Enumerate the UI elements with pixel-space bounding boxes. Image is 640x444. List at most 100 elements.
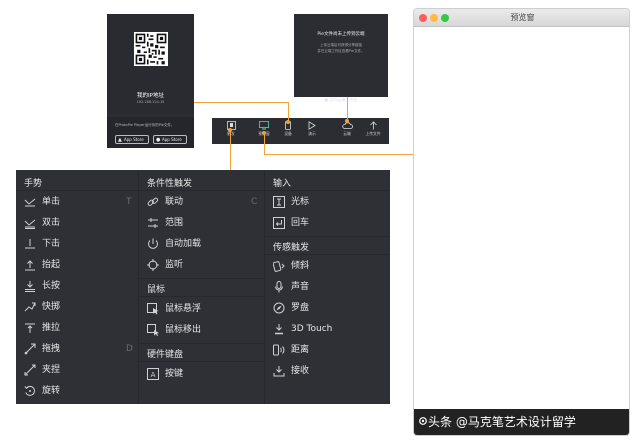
connector-dot [286,120,290,124]
trigger-chain[interactable]: 联动 C [147,195,261,211]
section-divider [139,190,264,191]
touch-up-icon [25,260,35,271]
mouse-out-icon [147,324,159,336]
settings-gear-icon[interactable] [418,416,428,426]
visit-cloud-workspace-label: 访问云端工作区 [329,97,358,102]
3d-touch-icon [275,324,283,335]
toolbar-cloud-label: 云端 [343,131,351,136]
trigger-proximity[interactable]: 距离 [273,343,387,359]
trigger-auto-load[interactable]: 自动加载 [147,237,261,253]
trigger-long-press[interactable]: 长按 [24,279,134,295]
connector-preview-v [264,133,265,155]
trigger-label: 自动加载 [165,239,202,249]
trigger-label: 单击 [42,197,61,207]
trigger-cursor[interactable]: 光标 [273,195,387,211]
trigger-tilt[interactable]: 倾斜 [273,259,387,275]
ios-store-button[interactable]: ● App Store [153,135,187,144]
trigger-label: 3D Touch [291,324,333,334]
shortcut-key: D [126,344,133,354]
cursor-icon [273,196,285,208]
trigger-label: 倾斜 [291,261,310,271]
trigger-pull[interactable]: 推拉 [24,321,134,337]
connector-device-v [288,102,289,122]
trigger-pinch[interactable]: 夹捏 [24,363,134,379]
connector-dot [228,128,232,132]
cloud-status-text: Pie文件尚未上传到云端 [317,32,365,37]
app-download-area: 在ProtoPie Player运行你的Pie文件。 ▲ App Store ●… [107,117,194,148]
preview-window-title: 预览窗 [510,13,535,22]
input-sensor-column: 输入 光标 回车 传感触发 倾斜 声音 罗盘 3D Touch 距离 接收 [265,170,390,404]
drag-icon [24,343,36,355]
toolbar-device-button[interactable]: 设备 [278,121,298,141]
section-divider [139,278,264,279]
toolbar-cloud-button[interactable]: 云端 [337,121,357,141]
android-store-button[interactable]: ▲ App Store [115,135,149,144]
keyboard-section-title: 硬件键盘 [147,350,184,360]
trigger-menu: 手势 单击 T 双击 下击 抬起 长按 快掷 推拉 拖拽 D 夹捏 旋转 条件性… [16,170,390,404]
rotate-icon [24,385,35,396]
trigger-fling[interactable]: 快掷 [24,300,134,316]
trigger-label: 长按 [42,281,61,291]
receive-icon [273,366,285,377]
trigger-3d-touch[interactable]: 3D Touch [273,322,387,338]
qr-code [134,32,168,66]
trigger-label: 抬起 [42,260,61,270]
section-divider [265,254,390,255]
trigger-drag[interactable]: 拖拽 D [24,342,134,358]
connector-device [194,102,289,103]
section-divider [16,190,138,191]
trigger-listen[interactable]: 监听 [147,258,261,274]
trigger-compass[interactable]: 罗盘 [273,301,387,317]
trigger-label: 声音 [291,282,310,292]
trigger-touch-up[interactable]: 抬起 [24,258,134,274]
preview-footer: 头条 @马克笔艺术设计留学 [414,409,629,435]
toolbar-upload-label: 上传文件 [365,131,381,136]
svg-text:A: A [151,371,156,379]
trigger-return[interactable]: 回车 [273,216,387,232]
connector-dot [345,119,349,123]
trigger-key[interactable]: A 按键 [147,367,261,383]
trigger-mouse-hover[interactable]: 鼠标悬浮 [147,302,261,318]
cloud-popup: Pie文件尚未上传到云端 上传云端后可获得分享链接 并在云端工作区查看Pie文件… [294,14,388,102]
trigger-label: 拖拽 [42,344,61,354]
toolbar-play-button[interactable]: 演示 [302,121,322,141]
section-divider [139,343,264,344]
chain-link-icon [147,197,159,206]
trigger-label: 推拉 [42,323,61,333]
shortcut-key: C [251,197,258,207]
trigger-label: 快掷 [42,302,61,312]
preview-titlebar: 预览窗 [414,9,629,27]
section-divider [265,236,390,237]
connector-preview [264,154,416,155]
touch-down-icon [25,239,35,249]
player-description: 在ProtoPie Player运行你的Pie文件。 [115,123,175,127]
visit-cloud-workspace-button[interactable]: ▣ 访问云端工作区 [294,97,388,103]
device-connect-popup: 我的IP地址 192.168.124.15 在ProtoPie Player运行… [107,14,194,148]
trigger-tap[interactable]: 单击 T [24,195,134,211]
section-divider [139,296,264,297]
trigger-receive[interactable]: 接收 [273,364,387,380]
toolbar-device-label: 设备 [284,131,292,136]
trigger-sound[interactable]: 声音 [273,280,387,296]
connector-dot [262,131,266,135]
conditional-section-title: 条件性触发 [147,179,193,189]
android-icon: ▲ [118,137,122,143]
android-store-label: App Store [124,137,144,142]
shortcut-key: T [126,197,132,207]
trigger-label: 双击 [42,218,61,228]
trigger-touch-down[interactable]: 下击 [24,237,134,253]
toolbar-upload-button[interactable]: 上传文件 [363,121,383,141]
sensor-section-title: 传感触发 [273,243,310,253]
trigger-mouse-out[interactable]: 鼠标移出 [147,323,261,339]
long-press-icon [25,281,35,292]
section-divider [265,190,390,191]
mouse-section-title: 鼠标 [147,285,166,295]
trigger-label: 旋转 [42,386,61,396]
section-divider [139,361,264,362]
conditional-column: 条件性触发 联动 C 范围 自动加载 监听 鼠标 鼠标悬浮 鼠标移出 硬件键盘 … [139,170,264,404]
connector-trigger [230,130,231,170]
trigger-range[interactable]: 范围 [147,216,261,232]
upload-icon [369,121,377,130]
trigger-rotate[interactable]: 旋转 [24,384,134,400]
trigger-double-tap[interactable]: 双击 [24,216,134,232]
